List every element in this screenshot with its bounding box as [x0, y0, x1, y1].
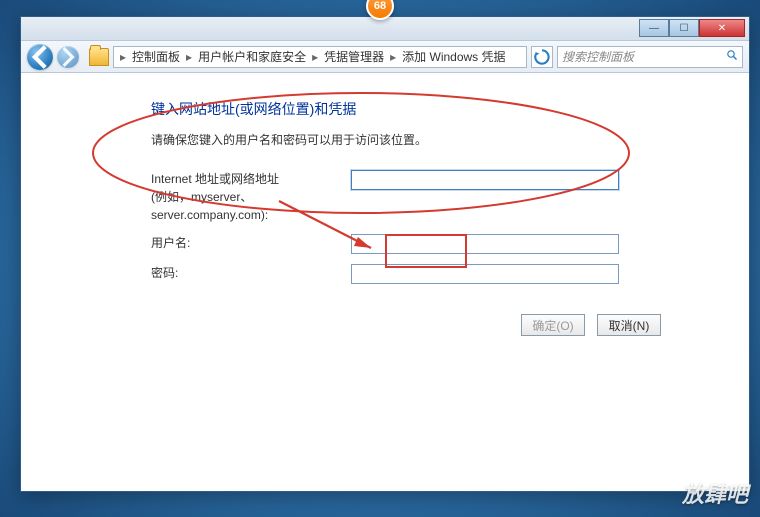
address-input[interactable]: [351, 170, 619, 190]
folder-icon: [89, 48, 109, 66]
nav-forward-button[interactable]: [57, 46, 79, 68]
breadcrumb[interactable]: ▸ 控制面板 ▸ 用户帐户和家庭安全 ▸ 凭据管理器 ▸ 添加 Windows …: [113, 46, 527, 68]
page-subtext: 请确保您键入的用户名和密码可以用于访问该位置。: [151, 131, 749, 148]
refresh-button[interactable]: [531, 46, 553, 68]
username-row: 用户名:: [151, 234, 749, 254]
close-button[interactable]: ✕: [699, 19, 745, 37]
ok-button[interactable]: 确定(O): [521, 314, 585, 336]
content-area: 键入网站地址(或网络位置)和凭据 请确保您键入的用户名和密码可以用于访问该位置。…: [21, 73, 749, 491]
crumb-1[interactable]: 用户帐户和家庭安全: [194, 48, 310, 65]
crumb-2[interactable]: 凭据管理器: [320, 48, 388, 65]
search-icon: [726, 49, 738, 64]
chevron-right-icon: ▸: [184, 50, 194, 64]
chevron-right-icon: ▸: [310, 50, 320, 64]
minimize-button[interactable]: —: [639, 19, 669, 37]
password-row: 密码:: [151, 264, 749, 284]
titlebar: — ☐ ✕: [21, 17, 749, 41]
crumb-0[interactable]: 控制面板: [128, 48, 184, 65]
username-input[interactable]: [351, 234, 619, 254]
search-placeholder: 搜索控制面板: [562, 48, 634, 65]
password-label: 密码:: [151, 264, 351, 282]
password-input[interactable]: [351, 264, 619, 284]
window-buttons: — ☐ ✕: [639, 19, 745, 37]
page-heading: 键入网站地址(或网络位置)和凭据: [151, 99, 749, 119]
address-row: Internet 地址或网络地址 (例如，myserver、server.com…: [151, 170, 749, 224]
address-label-line2: (例如，myserver、server.company.com):: [151, 188, 343, 224]
maximize-button[interactable]: ☐: [669, 19, 699, 37]
username-label: 用户名:: [151, 234, 351, 252]
chevron-right-icon: ▸: [388, 50, 398, 64]
address-label-line1: Internet 地址或网络地址: [151, 170, 343, 188]
chevron-right-icon: ▸: [118, 50, 128, 64]
button-row: 确定(O) 取消(N): [521, 314, 749, 336]
crumb-3[interactable]: 添加 Windows 凭据: [398, 48, 509, 65]
nav-back-button[interactable]: [27, 44, 53, 70]
navbar: ▸ 控制面板 ▸ 用户帐户和家庭安全 ▸ 凭据管理器 ▸ 添加 Windows …: [21, 41, 749, 73]
search-input[interactable]: 搜索控制面板: [557, 46, 743, 68]
cancel-button[interactable]: 取消(N): [597, 314, 661, 336]
window: — ☐ ✕ ▸ 控制面板 ▸ 用户帐户和家庭安全 ▸ 凭据管理器 ▸ 添加 Wi…: [20, 16, 750, 492]
address-label: Internet 地址或网络地址 (例如，myserver、server.com…: [151, 170, 351, 224]
